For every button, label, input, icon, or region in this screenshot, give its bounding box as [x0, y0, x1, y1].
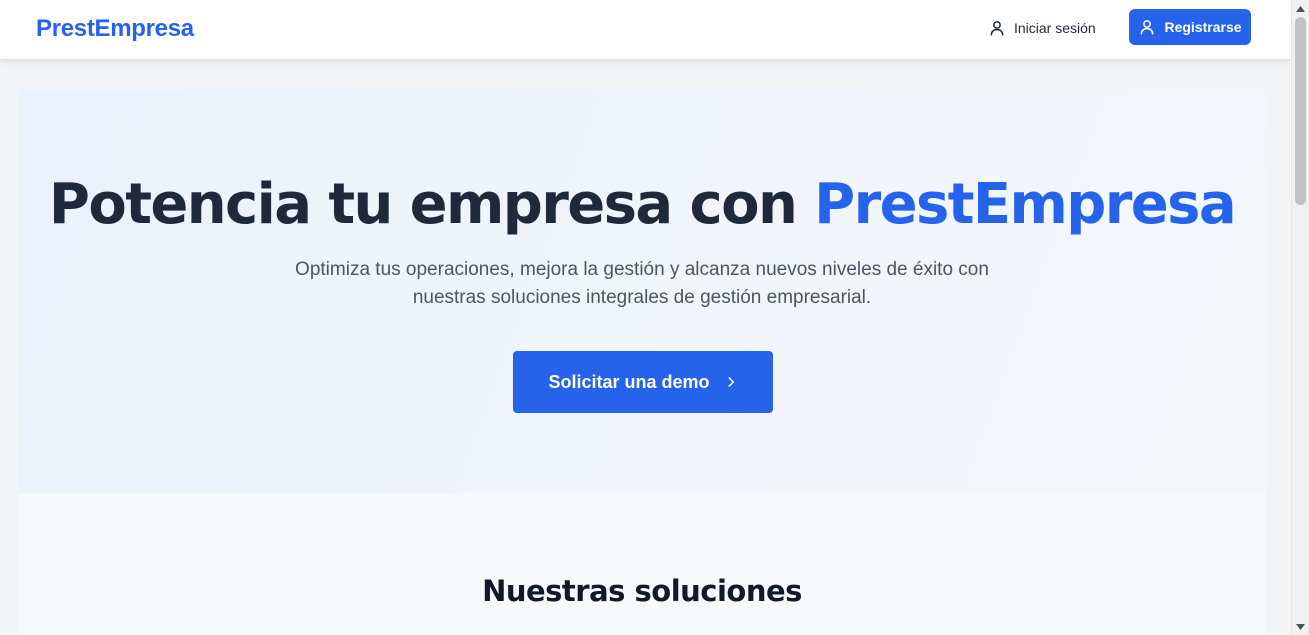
vertical-scrollbar[interactable] [1291, 0, 1309, 635]
chevron-right-icon [724, 375, 738, 389]
hero-title: Potencia tu empresa con PrestEmpresa [18, 172, 1266, 238]
scroll-down-arrow-icon[interactable] [1292, 618, 1309, 635]
login-label: Iniciar sesión [1014, 20, 1096, 36]
hero-subtitle: Optimiza tus operaciones, mejora la gest… [295, 259, 989, 308]
hero-title-prefix: Potencia tu empresa con [48, 172, 798, 237]
scrollbar-thumb[interactable] [1295, 17, 1306, 205]
scroll-up-arrow-icon[interactable] [1292, 0, 1309, 17]
brand-logo[interactable]: PrestEmpresa [36, 14, 194, 44]
login-button[interactable]: Iniciar sesión [988, 14, 1096, 42]
page-viewport: PrestEmpresa Iniciar sesión Registrarse … [0, 0, 1291, 635]
hero-title-brand: PrestEmpresa [814, 172, 1237, 237]
user-icon [1138, 18, 1156, 36]
solutions-title: Nuestras soluciones [482, 574, 802, 608]
user-icon [988, 19, 1006, 37]
request-demo-label: Solicitar una demo [548, 371, 710, 392]
hero-section: Potencia tu empresa con PrestEmpresa Opt… [18, 90, 1266, 493]
solutions-section: Nuestras soluciones [18, 493, 1266, 635]
register-button[interactable]: Registrarse [1129, 9, 1251, 45]
request-demo-button[interactable]: Solicitar una demo [513, 351, 773, 413]
top-navbar: PrestEmpresa Iniciar sesión Registrarse [0, 0, 1291, 59]
register-label: Registrarse [1164, 19, 1242, 35]
